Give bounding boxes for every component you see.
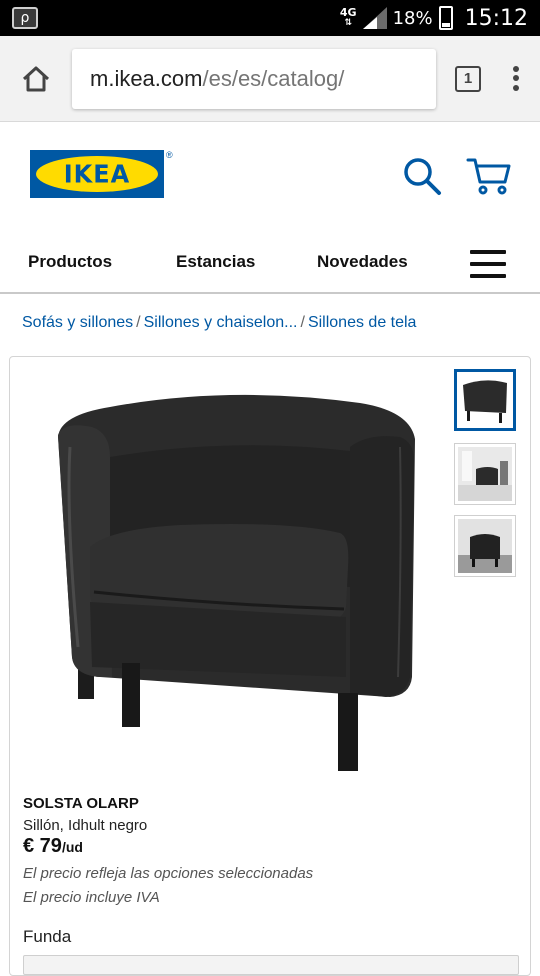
thumbnail-image xyxy=(459,375,511,425)
network-type: 4G ⇅ xyxy=(339,6,357,28)
hamburger-menu-icon[interactable] xyxy=(470,250,506,278)
url-host: m.ikea.com xyxy=(90,65,203,91)
battery-percent: 18% xyxy=(392,7,433,29)
burger-line xyxy=(470,262,506,266)
product-thumbnail[interactable] xyxy=(454,369,516,431)
browser-toolbar: m.ikea.com/es/es/catalog/ 1 xyxy=(0,36,540,122)
logo-text: IKEA xyxy=(63,159,131,189)
breadcrumb-separator: / xyxy=(136,314,141,331)
menu-dot xyxy=(513,75,519,82)
breadcrumb-link-sillones[interactable]: Sillones y chaiselon... xyxy=(144,314,298,331)
burger-line xyxy=(470,250,506,254)
nav-estancias[interactable]: Estancias xyxy=(176,252,255,272)
url-bar[interactable]: m.ikea.com/es/es/catalog/ xyxy=(72,48,436,109)
overflow-menu-button[interactable] xyxy=(506,61,526,97)
product-thumbnail[interactable] xyxy=(454,515,516,577)
url-path: /es/es/catalog/ xyxy=(202,65,345,91)
price-value: € 79 xyxy=(23,835,62,857)
tabs-icon: 1 xyxy=(455,65,481,92)
product-description: Sillón, Idhult negro xyxy=(23,817,148,834)
breadcrumb-link-sillones-tela[interactable]: Sillones de tela xyxy=(308,314,417,331)
nav-novedades[interactable]: Novedades xyxy=(317,252,408,272)
ikea-logo[interactable]: IKEA xyxy=(30,150,164,198)
product-thumbnail[interactable] xyxy=(454,443,516,505)
status-bar: ρ 4G ⇅ 18% 15:12 xyxy=(0,0,540,36)
home-icon xyxy=(22,66,50,91)
site-header: IKEA ® xyxy=(0,122,540,234)
breadcrumb: Sofás y sillones / Sillones y chaiselon...… xyxy=(0,294,540,358)
tabs-button[interactable]: 1 xyxy=(450,61,486,97)
funda-select[interactable] xyxy=(23,955,519,975)
home-button[interactable] xyxy=(14,57,58,101)
product-name: SOLSTA OLARP xyxy=(23,795,139,812)
registered-mark: ® xyxy=(166,150,173,160)
clock: 15:12 xyxy=(464,5,528,31)
notification-icon: ρ xyxy=(12,7,38,29)
main-nav: Productos Estancias Novedades xyxy=(0,234,540,294)
search-icon[interactable] xyxy=(402,156,442,196)
breadcrumb-separator: / xyxy=(300,314,305,331)
option-label-funda: Funda xyxy=(23,927,72,946)
thumbnail-image xyxy=(458,519,512,573)
price-unit: /ud xyxy=(61,839,83,855)
product-price: € 79/ud xyxy=(23,835,83,858)
battery-icon xyxy=(438,6,453,30)
nav-productos[interactable]: Productos xyxy=(28,252,112,272)
thumbnail-image xyxy=(458,447,512,501)
logo-oval: IKEA xyxy=(36,156,158,192)
price-note-vat: El precio incluye IVA xyxy=(23,889,160,906)
breadcrumb-link-sofas[interactable]: Sofás y sillones xyxy=(22,314,133,331)
product-card: SOLSTA OLARP Sillón, Idhult negro € 79/u… xyxy=(9,356,531,976)
burger-line xyxy=(470,274,506,278)
product-main-image[interactable] xyxy=(50,377,430,777)
signal-icon xyxy=(362,7,387,29)
cart-icon[interactable] xyxy=(466,156,512,196)
price-note-options: El precio refleja las opciones seleccion… xyxy=(23,865,314,882)
menu-dot xyxy=(513,84,519,91)
menu-dot xyxy=(513,66,519,73)
